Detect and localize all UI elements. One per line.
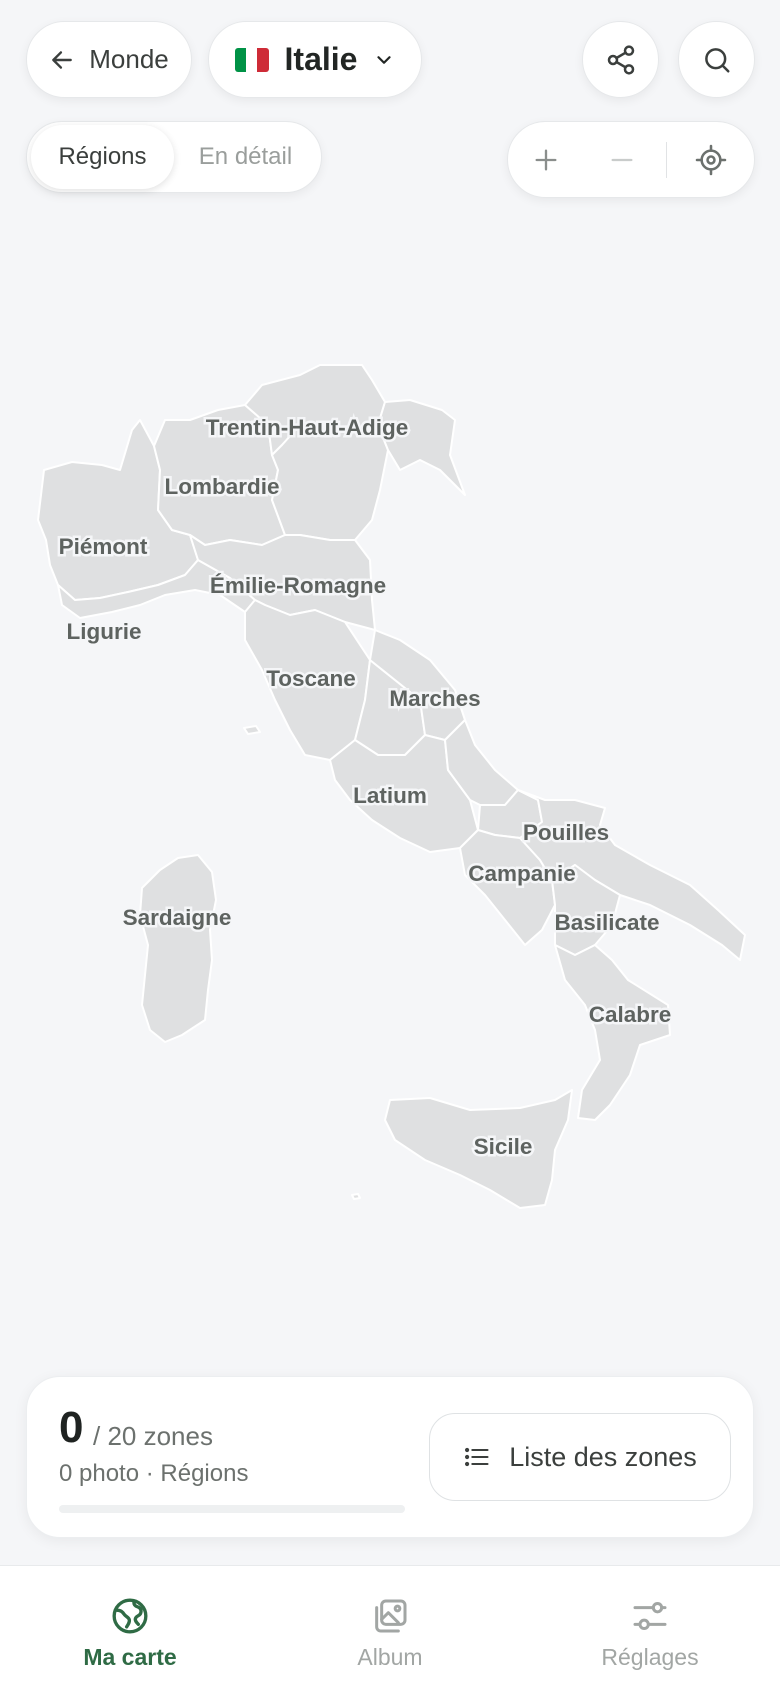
island-small	[351, 1193, 361, 1200]
visited-count: 0	[59, 1403, 84, 1452]
arrow-left-icon	[52, 50, 73, 69]
nav-settings-label: Réglages	[601, 1644, 699, 1670]
photo-count-line: 0 photo · Régions	[59, 1460, 249, 1487]
island-elba	[243, 725, 261, 735]
label-piemont: Piémont	[59, 534, 148, 559]
search-icon	[704, 47, 729, 72]
zoom-divider	[666, 141, 667, 178]
label-toscane: Toscane	[266, 666, 356, 691]
nav-album-label: Album	[357, 1644, 423, 1670]
zones-total: / 20 zones	[93, 1421, 213, 1451]
zoom-out-button[interactable]	[584, 121, 660, 198]
nav-settings[interactable]: Réglages	[520, 1566, 780, 1688]
label-emilie: Émilie-Romagne	[210, 573, 386, 598]
back-to-world-button[interactable]: Monde	[26, 21, 192, 98]
italy-map[interactable]: Trentin-Haut-Adige Lombardie Piémont Émi…	[0, 340, 780, 1240]
share-icon	[607, 44, 634, 75]
search-button[interactable]	[678, 21, 755, 98]
label-lombardie: Lombardie	[164, 474, 279, 499]
country-selector[interactable]: Italie	[208, 21, 422, 98]
bottom-navigation: Ma carte Album Réglages	[0, 1565, 780, 1688]
country-name: Italie	[284, 41, 358, 77]
minus-icon	[611, 158, 633, 161]
italy-flag-icon	[234, 47, 269, 72]
share-button[interactable]	[582, 21, 659, 98]
region-veneto[interactable]	[271, 424, 389, 541]
chevron-down-icon	[377, 55, 392, 64]
label-marches: Marches	[389, 686, 480, 711]
nav-my-map[interactable]: Ma carte	[0, 1566, 260, 1688]
label-campanie: Campanie	[468, 861, 576, 886]
globe-icon	[112, 1598, 148, 1634]
list-icon	[465, 1447, 489, 1467]
label-sicile: Sicile	[474, 1134, 533, 1159]
region-sardegna[interactable]	[139, 854, 217, 1043]
photo-album-icon	[375, 1599, 407, 1633]
crosshair-icon	[695, 144, 727, 175]
mode-regions-tab[interactable]: Régions	[31, 125, 174, 189]
label-ligurie: Ligurie	[66, 619, 141, 644]
zones-stats-card: 0 / 20 zones 0 photo · Régions Liste des…	[26, 1376, 754, 1538]
mode-detail-tab[interactable]: En détail	[174, 125, 317, 189]
map-mode-toggle: Régions En détail	[26, 121, 322, 193]
label-pouilles: Pouilles	[523, 820, 609, 845]
sliders-icon	[633, 1602, 667, 1630]
zoom-controls	[507, 121, 755, 198]
label-latium: Latium	[353, 783, 427, 808]
label-calabre: Calabre	[589, 1002, 672, 1027]
label-basilicate: Basilicate	[554, 910, 659, 935]
plus-icon	[535, 149, 557, 170]
label-trentin: Trentin-Haut-Adige	[206, 415, 409, 440]
locate-me-button[interactable]	[673, 121, 749, 198]
zoom-in-button[interactable]	[508, 121, 584, 198]
label-sardaigne: Sardaigne	[123, 905, 232, 930]
progress-bar	[59, 1505, 405, 1513]
nav-album[interactable]: Album	[260, 1566, 520, 1688]
back-label: Monde	[89, 44, 169, 74]
zone-list-button[interactable]: Liste des zones	[429, 1413, 731, 1501]
zone-list-label: Liste des zones	[509, 1441, 697, 1472]
nav-my-map-label: Ma carte	[83, 1644, 177, 1670]
